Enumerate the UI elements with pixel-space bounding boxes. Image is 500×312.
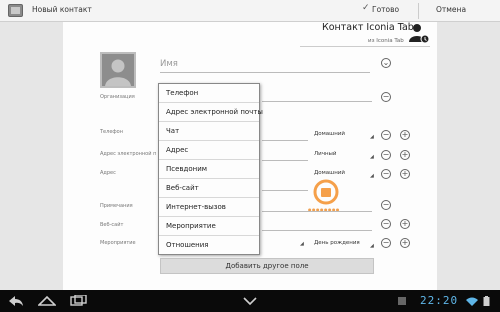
phone-field[interactable] <box>262 140 308 141</box>
email-type-select[interactable]: Личный <box>314 151 336 157</box>
notes-label: Примечания <box>100 203 133 209</box>
cancel-button[interactable]: Отмена <box>436 5 466 14</box>
recent-apps-icon[interactable] <box>70 295 88 307</box>
add-website-icon[interactable]: + <box>400 219 410 229</box>
menu-item-internet-call[interactable]: Интернет-вызов <box>159 198 259 217</box>
add-address-icon[interactable]: + <box>400 169 410 179</box>
notification-icon[interactable] <box>398 297 406 305</box>
website-field[interactable] <box>262 230 372 231</box>
website-label: Веб-сайт <box>100 222 124 228</box>
menu-item-chat[interactable]: Чат <box>159 122 259 141</box>
watermark-logo <box>313 179 339 205</box>
action-bar: Новый контакт ✓ Готово Отмена <box>0 0 500 22</box>
event-label: Мероприятие <box>100 240 136 246</box>
system-bar: 22:20 <box>0 290 500 312</box>
menu-item-nickname[interactable]: Псевдоним <box>159 160 259 179</box>
menu-item-relationship[interactable]: Отношения <box>159 236 259 255</box>
back-icon[interactable] <box>8 295 24 307</box>
remove-phone-icon[interactable]: − <box>381 130 391 140</box>
organization-field[interactable] <box>262 101 372 102</box>
address-type-select[interactable]: Домашний <box>314 170 345 176</box>
menu-item-phone[interactable]: Телефон <box>159 84 259 103</box>
remove-website-icon[interactable]: − <box>381 219 391 229</box>
remove-email-icon[interactable]: − <box>381 150 391 160</box>
notes-field[interactable] <box>262 211 372 212</box>
menu-item-address[interactable]: Адрес <box>159 141 259 160</box>
done-button[interactable]: Готово <box>372 5 399 14</box>
contact-photo-placeholder[interactable] <box>100 52 136 88</box>
address-label: Адрес <box>100 170 116 176</box>
email-field[interactable] <box>262 160 308 161</box>
phone-label: Телефон <box>100 129 124 135</box>
battery-icon <box>483 296 490 306</box>
phone-type-select[interactable]: Домашний <box>314 131 345 137</box>
address-type-arrow-icon: ◢ <box>370 173 374 179</box>
name-field[interactable]: Имя <box>160 56 370 73</box>
phone-type-arrow-icon: ◢ <box>370 134 374 140</box>
event-type-arrow-icon: ◢ <box>370 243 374 249</box>
organization-label: Организация <box>100 94 135 100</box>
screen-title: Новый контакт <box>32 5 92 14</box>
remove-event-icon[interactable]: − <box>381 238 391 248</box>
add-email-icon[interactable]: + <box>400 150 410 160</box>
checkmark-icon: ✓ <box>362 3 370 13</box>
expand-name-chevron-icon[interactable]: ⌄ <box>381 58 391 68</box>
address-field[interactable] <box>262 190 308 191</box>
account-avatar-icon <box>409 24 430 44</box>
menu-item-event[interactable]: Мероприятие <box>159 217 259 236</box>
wifi-icon <box>466 297 478 306</box>
remove-notes-icon[interactable]: − <box>381 200 391 210</box>
email-type-arrow-icon: ◢ <box>370 154 374 160</box>
account-divider <box>300 46 430 47</box>
add-another-field-button[interactable]: Добавить другое поле <box>160 258 374 274</box>
remove-organization-icon[interactable]: − <box>381 92 391 102</box>
add-field-menu: Телефон Адрес электронной почты Чат Адре… <box>158 83 263 255</box>
menu-item-website[interactable]: Веб-сайт <box>159 179 259 198</box>
home-icon[interactable] <box>38 295 56 307</box>
clock[interactable]: 22:20 <box>420 294 458 307</box>
person-silhouette-icon <box>105 59 131 86</box>
event-date-arrow-icon: ◢ <box>300 241 304 247</box>
event-type-select[interactable]: День рождения <box>314 240 360 246</box>
menu-item-email[interactable]: Адрес электронной почты <box>159 103 263 122</box>
keyboard-hide-icon[interactable] <box>242 295 258 307</box>
contacts-app-icon[interactable] <box>8 4 23 17</box>
action-bar-divider <box>418 3 419 19</box>
add-event-icon[interactable]: + <box>400 238 410 248</box>
add-phone-icon[interactable]: + <box>400 130 410 140</box>
remove-address-icon[interactable]: − <box>381 169 391 179</box>
email-label: Адрес электронной п <box>100 151 157 157</box>
account-title: Контакт Iconia Tab <box>322 22 414 33</box>
account-subtitle: из Iconia Tab <box>368 38 404 44</box>
